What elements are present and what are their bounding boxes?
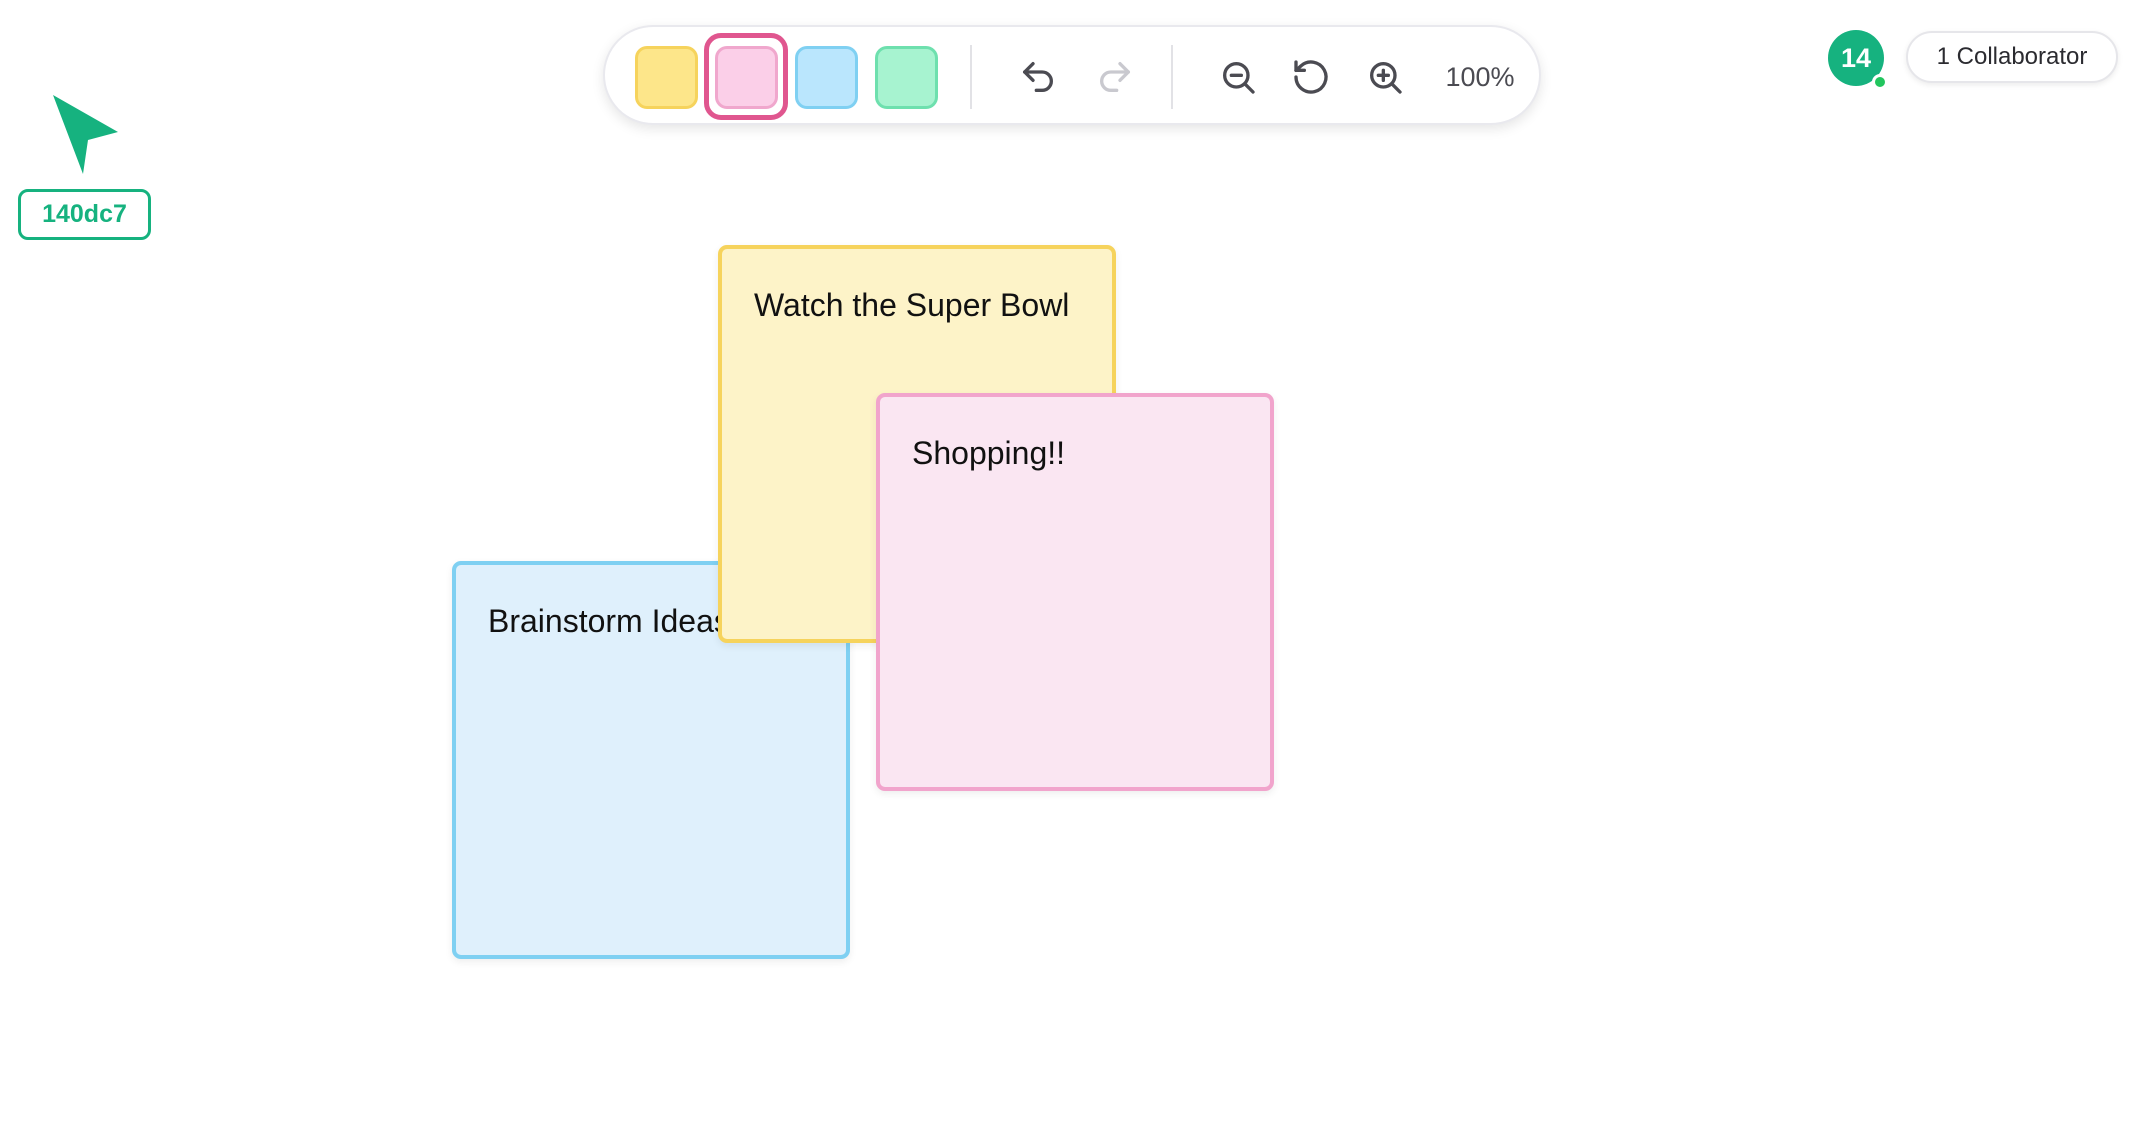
redo-icon	[1100, 62, 1130, 93]
sticky-note-text[interactable]: Brainstorm Ideas	[488, 601, 730, 641]
zoom-level: 100%	[1445, 62, 1515, 92]
toolbar-divider	[1171, 45, 1173, 109]
remote-cursor-label: 140dc7	[18, 189, 151, 240]
reset-zoom-icon	[1294, 60, 1328, 94]
redo-button[interactable]	[1087, 49, 1143, 105]
sticky-note-text[interactable]: Watch the Super Bowl	[754, 285, 1069, 325]
undo-button[interactable]	[1010, 49, 1066, 105]
zoom-in-button[interactable]	[1357, 49, 1413, 105]
zoom-out-icon	[1223, 62, 1255, 94]
online-status-indicator	[1872, 74, 1888, 90]
whiteboard-canvas[interactable]: 100% 14 1 Collaborator 140dc7 Brainstorm…	[0, 0, 2140, 1138]
collaborator-count[interactable]: 1 Collaborator	[1906, 31, 2118, 83]
toolbar: 100%	[603, 25, 1541, 125]
sticky-note-pink[interactable]: Shopping!!	[876, 393, 1274, 791]
toolbar-divider	[970, 45, 972, 109]
undo-icon	[1023, 62, 1053, 93]
color-swatch-yellow[interactable]	[635, 46, 698, 109]
remote-cursor-icon	[53, 95, 118, 174]
color-swatch-green[interactable]	[875, 46, 938, 109]
zoom-in-icon	[1370, 62, 1402, 94]
color-swatch-blue[interactable]	[795, 46, 858, 109]
reset-zoom-button[interactable]	[1283, 49, 1339, 105]
zoom-out-button[interactable]	[1210, 49, 1266, 105]
color-swatch-pink[interactable]	[715, 46, 778, 109]
sticky-note-text[interactable]: Shopping!!	[912, 433, 1065, 473]
